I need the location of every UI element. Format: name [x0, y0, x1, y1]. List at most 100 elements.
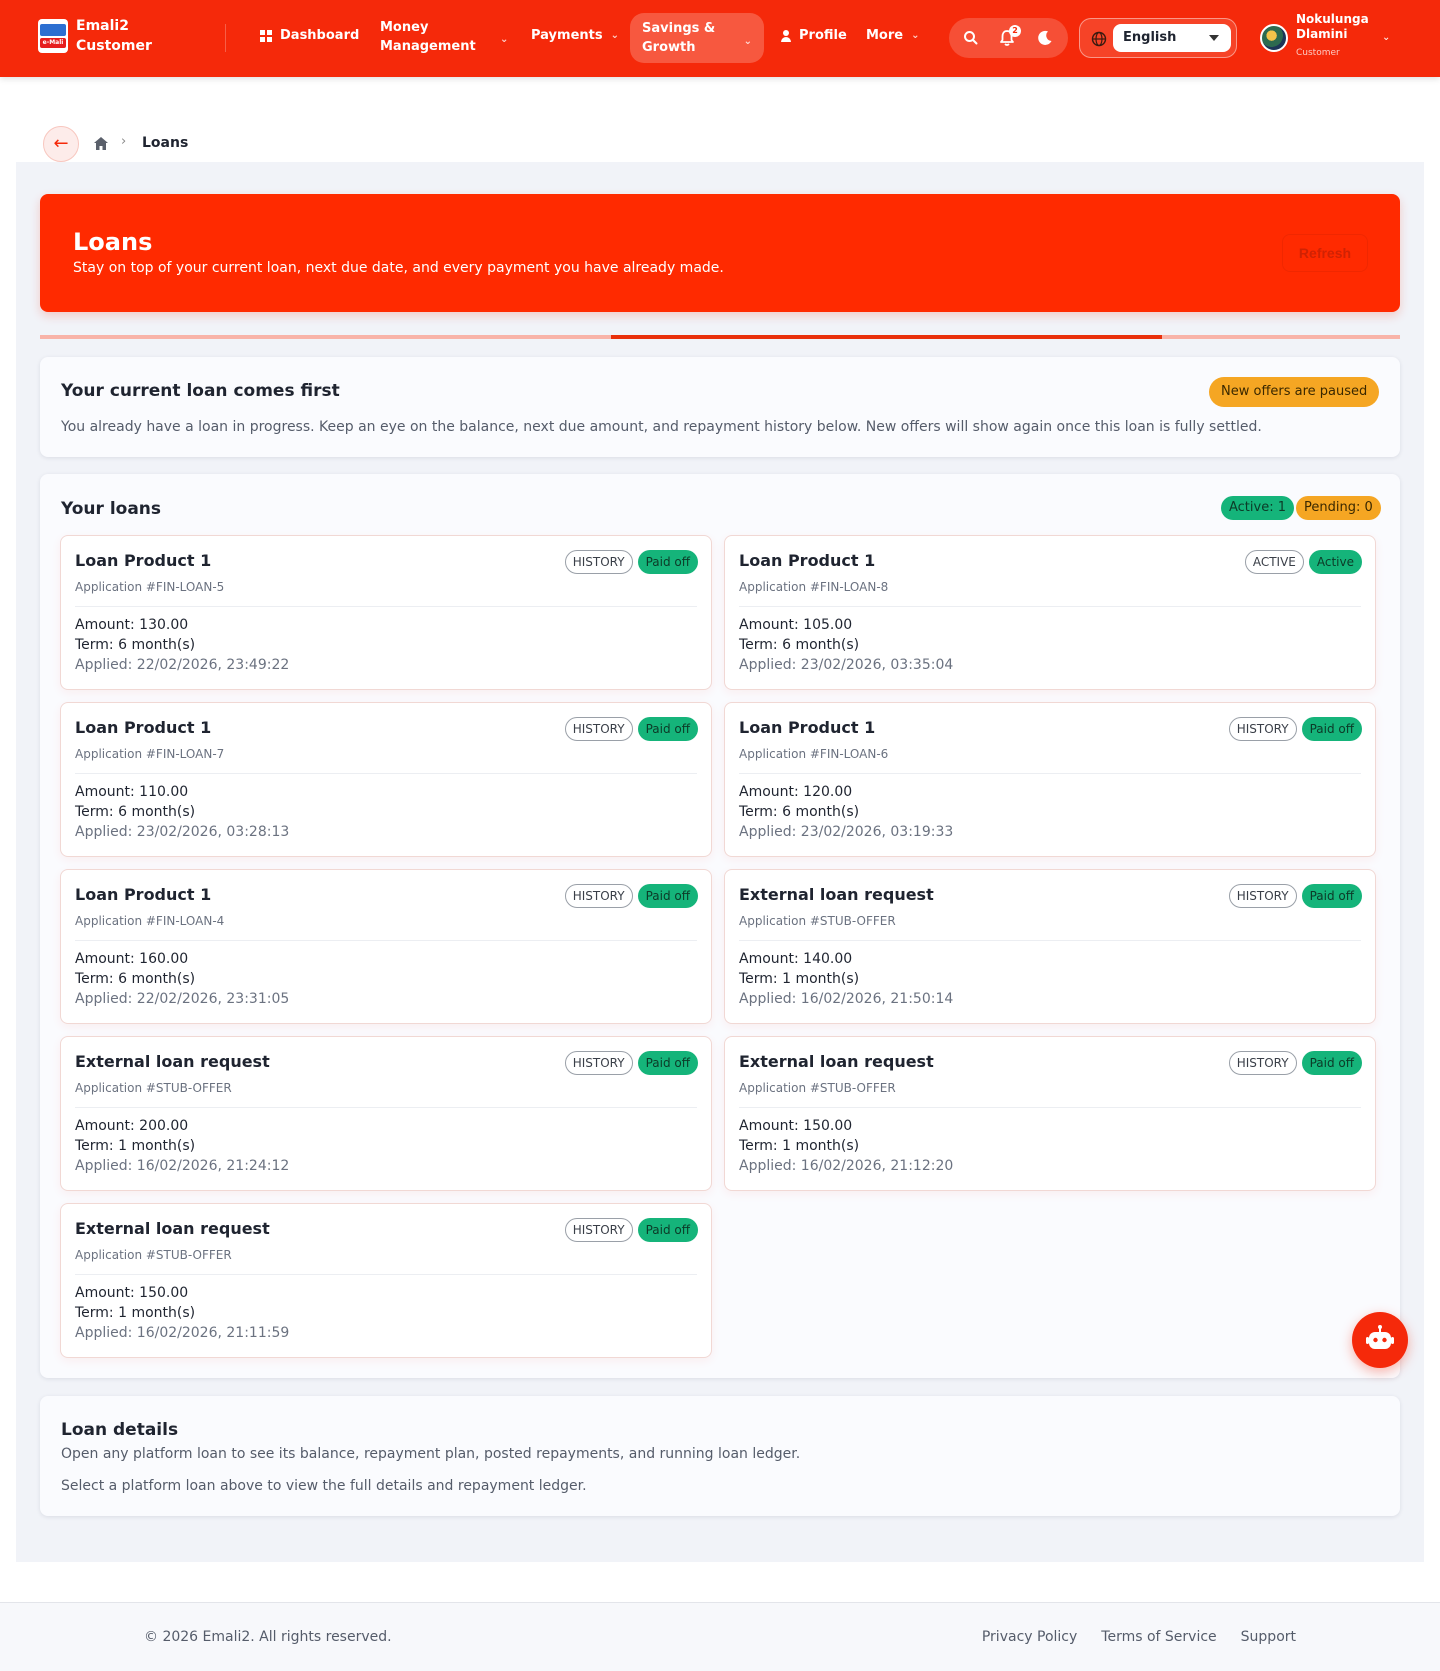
globe-icon [1091, 31, 1107, 47]
page-subtitle: Stay on top of your current loan, next d… [73, 260, 724, 276]
loan-badges: HISTORY Paid off [564, 1051, 698, 1075]
language-switcher: English [1079, 18, 1237, 58]
loan-application-id: Application #STUB-OFFER [75, 1248, 232, 1262]
loan-card[interactable]: Loan Product 1 Application #FIN-LOAN-8 ACT… [724, 535, 1376, 690]
language-select[interactable]: English [1113, 24, 1231, 52]
refresh-button[interactable]: Refresh [1282, 234, 1368, 272]
loan-card[interactable]: Loan Product 1 Application #FIN-LOAN-6 HIS… [724, 702, 1376, 857]
loan-status-badge: Paid off [1301, 717, 1362, 741]
search-icon[interactable] [961, 28, 981, 48]
chevron-down-icon: ⌄ [743, 36, 752, 47]
divider [739, 606, 1361, 607]
back-arrow-icon[interactable]: ← [43, 126, 79, 162]
chevron-down-icon: ⌄ [610, 30, 619, 41]
loan-name: Loan Product 1 [739, 551, 876, 570]
loan-amount: Amount: 150.00 [739, 1118, 853, 1134]
page-title: Loans [73, 228, 153, 256]
loan-card[interactable]: Loan Product 1 Application #FIN-LOAN-5 HIS… [60, 535, 712, 690]
notice-title: Your current loan comes first [61, 381, 340, 401]
loan-term: Term: 6 month(s) [75, 637, 196, 653]
loan-amount: Amount: 130.00 [75, 617, 189, 633]
loan-applied-date: Applied: 16/02/2026, 21:50:14 [739, 991, 954, 1007]
current-loan-notice: Your current loan comes first You alread… [40, 357, 1400, 457]
assistant-button[interactable] [1352, 1312, 1408, 1368]
loan-badges: HISTORY Paid off [1228, 1051, 1362, 1075]
loan-applied-date: Applied: 23/02/2026, 03:28:13 [75, 824, 290, 840]
details-subtitle: Open any platform loan to see its balanc… [61, 1446, 801, 1462]
user-name: Nokulunga Dlamini [1296, 12, 1369, 41]
loans-title: Your loans [61, 499, 162, 519]
loans-section: Your loans Active: 1 Pending: 0 Loan Pro… [40, 474, 1400, 1378]
loan-kind-badge: HISTORY [564, 884, 633, 908]
loan-application-id: Application #FIN-LOAN-5 [75, 580, 225, 594]
loan-card[interactable]: Loan Product 1 Application #FIN-LOAN-4 HIS… [60, 869, 712, 1024]
loan-card[interactable]: External loan request Application #STUB-O… [724, 869, 1376, 1024]
top-navigation-bar: e-Mali Emali2 Customer Dashboard Money M… [0, 0, 1440, 77]
loan-badges: HISTORY Paid off [564, 884, 698, 908]
loan-kind-badge: HISTORY [564, 550, 633, 574]
loan-application-id: Application #FIN-LOAN-4 [75, 914, 225, 928]
loan-application-id: Application #STUB-OFFER [75, 1081, 232, 1095]
divider [75, 940, 697, 941]
chevron-down-icon: ⌄ [911, 30, 920, 41]
support-link[interactable]: Support [1241, 1629, 1296, 1645]
loan-applied-date: Applied: 16/02/2026, 21:11:59 [75, 1325, 290, 1341]
loan-term: Term: 1 month(s) [739, 1138, 860, 1154]
loan-kind-badge: HISTORY [564, 1051, 633, 1075]
loan-application-id: Application #STUB-OFFER [739, 914, 896, 928]
nav-money-management[interactable]: Money Management ⌄ [380, 18, 508, 56]
loan-kind-badge: HISTORY [564, 1218, 633, 1242]
pending-count-badge: Pending: 0 [1296, 496, 1381, 520]
nav-dashboard[interactable]: Dashboard [260, 28, 359, 43]
loan-badges: ACTIVE Active [1244, 550, 1362, 574]
robot-icon [1366, 1325, 1394, 1349]
loan-term: Term: 1 month(s) [75, 1305, 196, 1321]
loan-applied-date: Applied: 16/02/2026, 21:12:20 [739, 1158, 954, 1174]
loan-amount: Amount: 160.00 [75, 951, 189, 967]
loan-badges: HISTORY Paid off [564, 550, 698, 574]
details-title: Loan details [61, 1420, 179, 1440]
moon-icon[interactable] [1035, 28, 1055, 48]
loan-name: Loan Product 1 [75, 718, 212, 737]
loan-status-badge: Active [1308, 550, 1362, 574]
footer: © 2026 Emali2. All rights reserved. Priv… [0, 1602, 1440, 1671]
loan-amount: Amount: 120.00 [739, 784, 853, 800]
loan-term: Term: 6 month(s) [739, 804, 860, 820]
divider [75, 1107, 697, 1108]
loan-kind-badge: ACTIVE [1244, 550, 1304, 574]
nav-payments[interactable]: Payments ⌄ [531, 28, 619, 43]
loan-name: External loan request [739, 885, 934, 904]
loan-card[interactable]: External loan request Application #STUB-O… [724, 1036, 1376, 1191]
terms-of-service-link[interactable]: Terms of Service [1101, 1629, 1216, 1645]
home-icon[interactable] [93, 136, 109, 151]
notice-text: You already have a loan in progress. Kee… [61, 419, 1262, 435]
person-icon [780, 29, 792, 42]
nav-savings-growth[interactable]: Savings & Growth ⌄ [630, 13, 764, 63]
loan-status-badge: Paid off [637, 717, 698, 741]
divider [739, 773, 1361, 774]
loan-name: External loan request [75, 1052, 270, 1071]
loan-card[interactable]: Loan Product 1 Application #FIN-LOAN-7 HIS… [60, 702, 712, 857]
brand[interactable]: e-Mali Emali2 Customer [38, 16, 152, 56]
active-count-badge: Active: 1 [1221, 496, 1294, 520]
loan-application-id: Application #STUB-OFFER [739, 1081, 896, 1095]
loan-amount: Amount: 150.00 [75, 1285, 189, 1301]
privacy-policy-link[interactable]: Privacy Policy [982, 1629, 1077, 1645]
nav-profile[interactable]: Profile [780, 28, 847, 43]
loan-badges: HISTORY Paid off [564, 717, 698, 741]
chevron-down-icon: ⌄ [1382, 32, 1391, 43]
dashboard-icon [260, 29, 272, 42]
loan-card[interactable]: External loan request Application #STUB-O… [60, 1036, 712, 1191]
loan-amount: Amount: 110.00 [75, 784, 189, 800]
loan-name: Loan Product 1 [75, 885, 212, 904]
loan-applied-date: Applied: 16/02/2026, 21:24:12 [75, 1158, 290, 1174]
loan-application-id: Application #FIN-LOAN-7 [75, 747, 225, 761]
loan-card[interactable]: External loan request Application #STUB-O… [60, 1203, 712, 1358]
breadcrumb-separator: › [121, 134, 127, 149]
loan-badges: HISTORY Paid off [564, 1218, 698, 1242]
loan-kind-badge: HISTORY [1228, 884, 1297, 908]
loan-amount: Amount: 140.00 [739, 951, 853, 967]
nav-more[interactable]: More ⌄ [866, 28, 920, 43]
loan-kind-badge: HISTORY [564, 717, 633, 741]
user-menu[interactable]: Nokulunga Dlamini Customer ⌄ [1260, 12, 1420, 64]
